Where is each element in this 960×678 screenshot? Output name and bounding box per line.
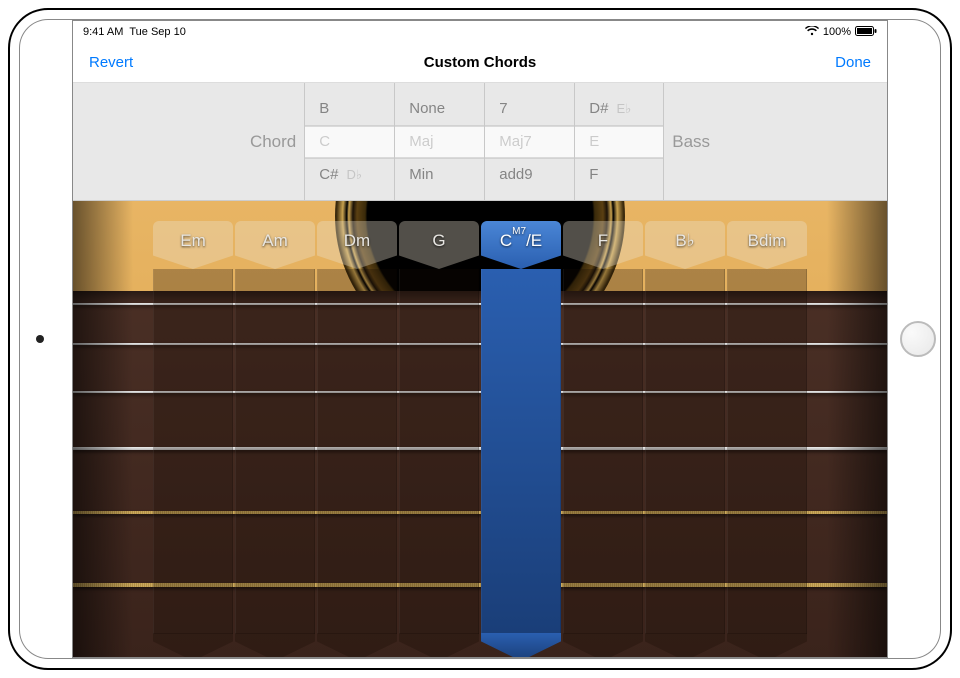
picker-bass[interactable]: D#E♭ E F <box>574 83 664 200</box>
home-button[interactable] <box>900 321 936 357</box>
picker-label-chord: Chord <box>250 132 296 152</box>
chord-strip-7[interactable]: Bdim <box>727 221 807 658</box>
battery-percent: 100% <box>823 26 851 38</box>
chord-picker-area: Chord B C C#D♭ None Maj Min 7 Ma <box>73 83 887 201</box>
chord-strip-6[interactable]: B♭ <box>645 221 725 658</box>
page-title: Custom Chords <box>424 54 537 71</box>
chord-label: B♭ <box>675 231 694 251</box>
chord-label: Dm <box>344 231 370 251</box>
chord-strips: Em Am Dm G CM7/E <box>73 221 887 658</box>
chord-strip-0[interactable]: Em <box>153 221 233 658</box>
picker-extension[interactable]: 7 Maj7 add9 <box>484 83 574 200</box>
nav-bar: Revert Custom Chords Done <box>73 43 887 83</box>
picker-root[interactable]: B C C#D♭ <box>304 83 394 200</box>
ipad-device-frame: 9:41 AM Tue Sep 10 100% Revert Custom Ch… <box>8 8 952 670</box>
wifi-icon <box>805 26 819 39</box>
status-bar: 9:41 AM Tue Sep 10 100% <box>73 21 887 43</box>
chord-label: CM7/E <box>500 231 542 251</box>
screen: 9:41 AM Tue Sep 10 100% Revert Custom Ch… <box>72 20 888 658</box>
revert-button[interactable]: Revert <box>89 54 169 71</box>
picker-quality[interactable]: None Maj Min <box>394 83 484 200</box>
guitar-view: Em Am Dm G CM7/E <box>73 201 887 658</box>
status-date: Tue Sep 10 <box>129 26 185 38</box>
chord-label: G <box>432 231 445 251</box>
chord-strip-1[interactable]: Am <box>235 221 315 658</box>
picker-wheels: B C C#D♭ None Maj Min 7 Maj7 add9 <box>304 83 664 200</box>
camera-dot <box>36 335 44 343</box>
battery-icon <box>855 26 877 39</box>
chord-label: Am <box>262 231 288 251</box>
picker-label-bass: Bass <box>672 132 710 152</box>
chord-label: F <box>598 231 608 251</box>
chord-strip-2[interactable]: Dm <box>317 221 397 658</box>
chord-strip-5[interactable]: F <box>563 221 643 658</box>
status-time: 9:41 AM <box>83 26 123 38</box>
chord-strip-4[interactable]: CM7/E <box>481 221 561 658</box>
chord-label: Em <box>180 231 206 251</box>
chord-label: Bdim <box>748 231 787 251</box>
done-button[interactable]: Done <box>791 54 871 71</box>
chord-strip-3[interactable]: G <box>399 221 479 658</box>
